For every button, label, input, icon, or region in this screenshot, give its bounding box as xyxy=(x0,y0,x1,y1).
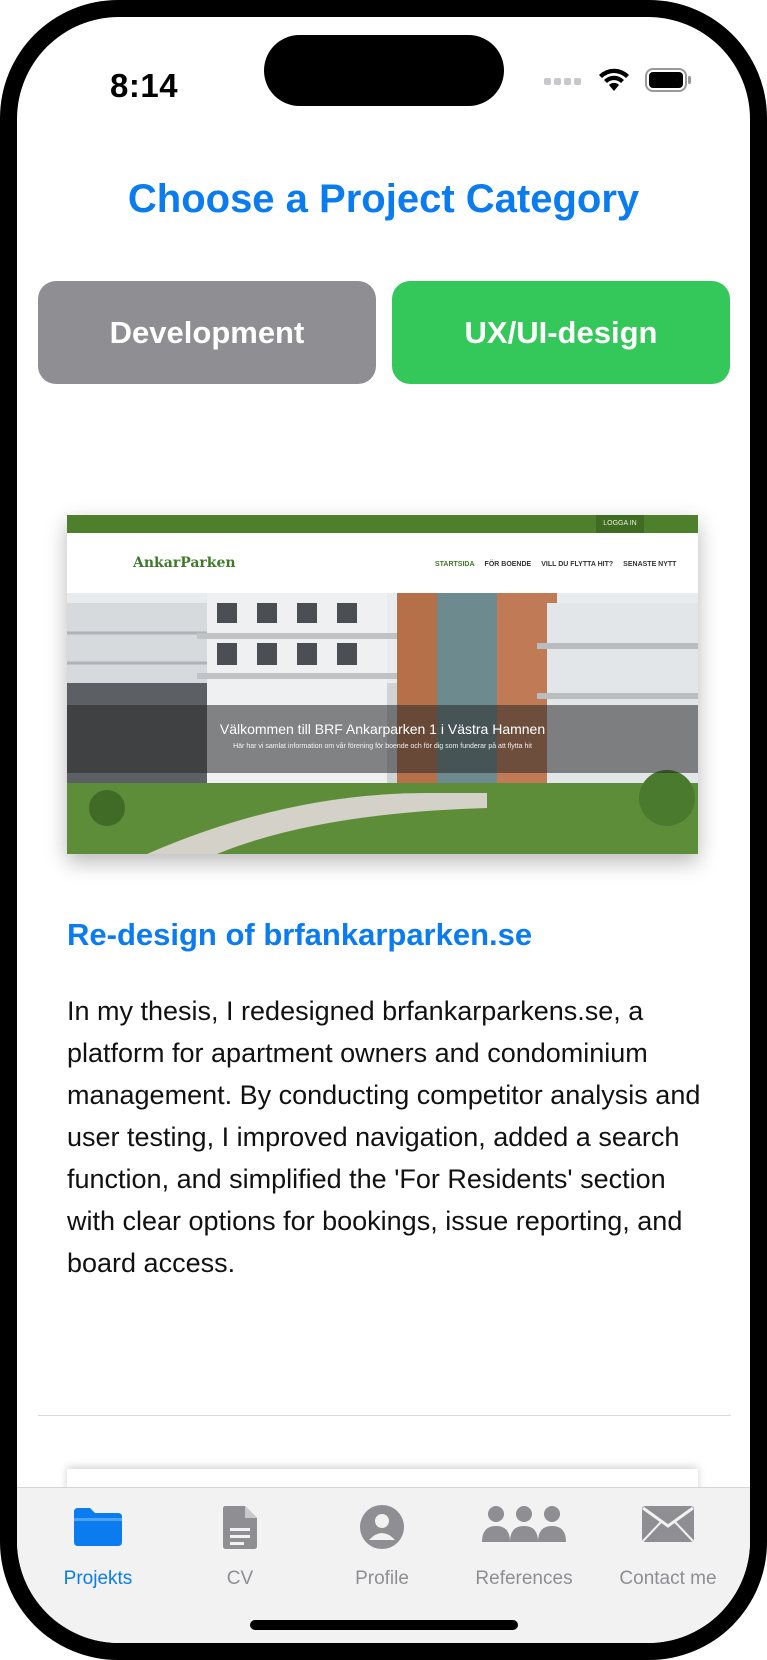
folder-icon xyxy=(74,1508,122,1546)
tab-label: Projekts xyxy=(63,1568,133,1589)
screen: 8:14 Choose a Project Category Developme… xyxy=(17,17,750,1643)
envelope-icon xyxy=(642,1506,694,1542)
tab-projekts[interactable]: Projekts xyxy=(23,1488,173,1608)
screenshot-logo: AnkarParken xyxy=(133,555,236,571)
person-icon xyxy=(360,1505,404,1549)
screenshot-nav-item: SENASTE NYTT xyxy=(623,561,677,568)
tab-label: Contact me xyxy=(619,1568,717,1589)
people-icon xyxy=(482,1506,566,1542)
ux-ui-design-category-button[interactable]: UX/UI-design xyxy=(392,281,730,384)
cellular-signal-icon xyxy=(544,78,581,85)
battery-icon xyxy=(645,68,691,92)
tab-label: References xyxy=(475,1568,573,1589)
screenshot-caption-subtitle: Här har vi samlat information om vår för… xyxy=(233,743,532,750)
screenshot-nav-links: STARTSIDA FÖR BOENDE VILL DU FLYTTA HIT?… xyxy=(435,561,676,568)
project-description: In my thesis, I redesigned brfankarparke… xyxy=(67,996,701,1278)
tab-profile[interactable]: Profile xyxy=(307,1488,457,1608)
dynamic-island xyxy=(264,35,504,106)
tab-cv[interactable]: CV xyxy=(165,1488,315,1608)
development-category-button[interactable]: Development xyxy=(38,281,376,384)
tab-label: CV xyxy=(226,1568,254,1589)
wifi-icon xyxy=(599,68,629,91)
page-title: Choose a Project Category xyxy=(127,177,640,221)
screenshot-nav-item: VILL DU FLYTTA HIT? xyxy=(541,561,614,568)
project-title[interactable]: Re-design of brfankarparken.se xyxy=(67,917,532,953)
screenshot-caption: Välkommen till BRF Ankarparken 1 i Västr… xyxy=(67,705,698,773)
device-frame: 8:14 Choose a Project Category Developme… xyxy=(0,0,767,1660)
tab-contact-me[interactable]: Contact me xyxy=(593,1488,743,1608)
document-icon xyxy=(223,1506,257,1549)
screenshot-nav-item: FÖR BOENDE xyxy=(484,561,532,568)
tab-references[interactable]: References xyxy=(449,1488,599,1608)
status-time: 8:14 xyxy=(110,67,179,104)
screenshot-nav-item: STARTSIDA xyxy=(435,561,475,568)
home-indicator[interactable] xyxy=(250,1620,518,1630)
divider xyxy=(38,1415,731,1416)
screenshot-login-label: LOGGA IN xyxy=(596,515,644,533)
tab-label: Profile xyxy=(355,1568,409,1589)
screenshot-caption-title: Välkommen till BRF Ankarparken 1 i Västr… xyxy=(219,721,546,737)
project-screenshot[interactable]: LOGGA IN AnkarParken STARTSIDA FÖR BOEND… xyxy=(67,515,698,854)
